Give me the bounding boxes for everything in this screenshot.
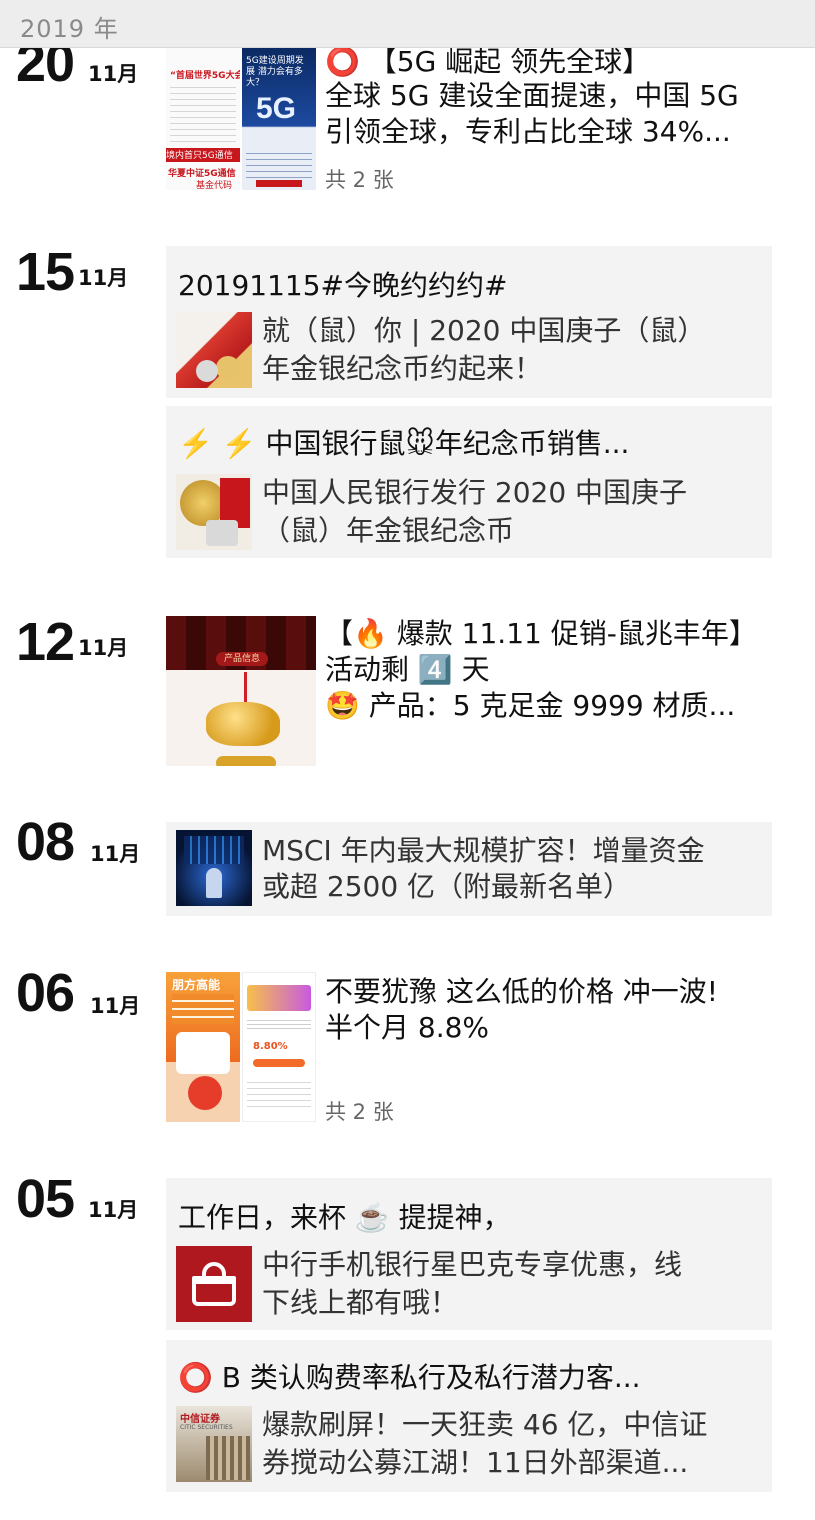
thumb-button bbox=[256, 180, 302, 187]
link-description: 爆款刷屏！一天狂卖 46 亿，中信证 bbox=[262, 1408, 708, 1441]
thumb-text-lines bbox=[246, 148, 312, 178]
coin-image bbox=[216, 356, 240, 380]
coin-image bbox=[196, 360, 218, 382]
gold-pendant-image bbox=[216, 756, 276, 766]
month-label: 11月 bbox=[88, 62, 139, 86]
link-description: 年金银纪念币约起来！ bbox=[262, 352, 543, 385]
basket-icon bbox=[192, 1276, 236, 1306]
link-description: （鼠）年金银纪念币 bbox=[262, 514, 515, 547]
post-thumbnail[interactable]: 8.80% bbox=[242, 972, 316, 1122]
post-text: 半个月 8.8% bbox=[325, 1011, 490, 1044]
shared-link-card[interactable]: ⚡️ ⚡️ 中国银行鼠🐭年纪念币销售... 中国人民银行发行 2020 中国庚子… bbox=[166, 406, 772, 558]
month-label: 11月 bbox=[78, 636, 129, 660]
year-header: 2019 年 bbox=[0, 0, 815, 48]
phone-image bbox=[176, 1032, 230, 1074]
day-number: 06 bbox=[16, 963, 75, 1023]
link-title: ⚡️ ⚡️ 中国银行鼠🐭年纪念币销售... bbox=[178, 427, 630, 460]
shared-link-card[interactable]: 20191115#今晚约约约# 就（鼠）你 | 2020 中国庚子（鼠） 年金银… bbox=[166, 246, 772, 398]
person-silhouette bbox=[206, 868, 222, 898]
thumb-caption: 境内首只5G通信 bbox=[166, 148, 240, 162]
link-thumbnail bbox=[176, 474, 252, 550]
post-title: 20191115#今晚约约约# bbox=[178, 269, 508, 302]
link-thumbnail bbox=[176, 1246, 252, 1322]
post-text: 引领全球，专利占比全球 34%... bbox=[325, 115, 731, 148]
thumb-banner bbox=[247, 985, 311, 1011]
link-description: 中行手机银行星巴克专享优惠，线 bbox=[262, 1248, 683, 1281]
day-number: 15 bbox=[16, 242, 75, 302]
link-description: 或超 2500 亿（附最新名单） bbox=[262, 870, 632, 903]
post-thumbnail[interactable]: 5G建设周期发展 潜力会有多大？ 5G bbox=[242, 48, 316, 190]
link-description: MSCI 年内最大规模扩容！增量资金 bbox=[262, 834, 705, 867]
link-description: 就（鼠）你 | 2020 中国庚子（鼠） bbox=[262, 314, 706, 347]
month-label: 11月 bbox=[78, 266, 129, 290]
thumb-caption: 5G建设周期发展 潜力会有多大？ bbox=[246, 56, 304, 88]
image-count: 共 2 张 bbox=[325, 168, 394, 192]
day-number: 05 bbox=[16, 1169, 75, 1229]
thumb-button bbox=[253, 1059, 305, 1067]
link-description: 中国人民银行发行 2020 中国庚子 bbox=[262, 476, 688, 509]
screen-lines bbox=[184, 836, 244, 864]
post-text: 不要犹豫 这么低的价格 冲一波! bbox=[325, 975, 719, 1008]
pendant-string bbox=[244, 672, 247, 706]
post-text: 活动剩 4️⃣ 天 bbox=[325, 653, 490, 686]
image-count: 共 2 张 bbox=[325, 1100, 394, 1124]
link-description: 下线上都有哦！ bbox=[262, 1286, 459, 1319]
thumb-caption: “首届世界5G大会” bbox=[170, 71, 240, 81]
post-text: 全球 5G 建设全面提速，中国 5G bbox=[325, 79, 739, 112]
silver-coin-image bbox=[206, 520, 238, 546]
thumb-5g-mark: 5G bbox=[256, 92, 297, 125]
shared-link-card[interactable]: 工作日，来杯 ☕️ 提提神， 中行手机银行星巴克专享优惠，线 下线上都有哦！ bbox=[166, 1178, 772, 1330]
post-thumbnail[interactable]: 产品信息 bbox=[166, 616, 316, 766]
post-thumbnail[interactable]: 朋方高能 bbox=[166, 972, 240, 1122]
shared-link-card[interactable]: ⭕️ B 类认购费率私行及私行潜力客... 中信证券 CITIC SECURIT… bbox=[166, 1340, 772, 1492]
post-thumbnail[interactable]: “首届世界5G大会” 境内首只5G通信 华夏中证5G通信 基金代码 bbox=[166, 48, 240, 190]
link-thumbnail bbox=[176, 830, 252, 906]
year-label: 2019 年 bbox=[20, 15, 119, 43]
logo-subtext: CITIC SECURITIES bbox=[180, 1424, 233, 1431]
shared-link-card[interactable]: MSCI 年内最大规模扩容！增量资金 或超 2500 亿（附最新名单） bbox=[166, 822, 772, 916]
link-thumbnail bbox=[176, 312, 252, 388]
mascot-image bbox=[188, 1076, 222, 1110]
link-thumbnail: 中信证券 CITIC SECURITIES bbox=[176, 1406, 252, 1482]
month-label: 11月 bbox=[90, 842, 141, 866]
month-label: 11月 bbox=[88, 1198, 139, 1222]
day-number: 08 bbox=[16, 812, 75, 872]
link-title: ⭕️ B 类认购费率私行及私行潜力客... bbox=[178, 1361, 641, 1394]
thumb-text-lines bbox=[170, 82, 236, 142]
thumb-text-lines bbox=[172, 994, 234, 1024]
thumb-text-lines bbox=[247, 1077, 311, 1109]
post-title: 工作日，来杯 ☕️ 提提神， bbox=[178, 1201, 511, 1234]
post-text: 🤩 产品：5 克足金 9999 材质... bbox=[325, 689, 736, 722]
gold-pendant-image bbox=[206, 702, 280, 746]
post-text: 【🔥 爆款 11.11 促销-鼠兆丰年】 bbox=[325, 617, 757, 650]
day-number: 12 bbox=[16, 612, 75, 672]
link-description: 券搅动公募江湖！11日外部渠道... bbox=[262, 1446, 689, 1479]
thumb-rate: 8.80% bbox=[253, 1041, 288, 1052]
building-image bbox=[206, 1436, 250, 1480]
logo-text: 中信证券 bbox=[180, 1414, 220, 1425]
month-label: 11月 bbox=[90, 994, 141, 1018]
thumb-caption: 朋方高能 bbox=[172, 978, 221, 992]
basket-handle-icon bbox=[202, 1262, 226, 1278]
thumb-caption: 基金代码 bbox=[196, 181, 233, 190]
thumb-text-lines bbox=[247, 1017, 311, 1031]
post-text: ⭕️ 【5G 崛起 领先全球】 bbox=[325, 45, 651, 78]
thumb-caption: 产品信息 bbox=[216, 652, 268, 666]
